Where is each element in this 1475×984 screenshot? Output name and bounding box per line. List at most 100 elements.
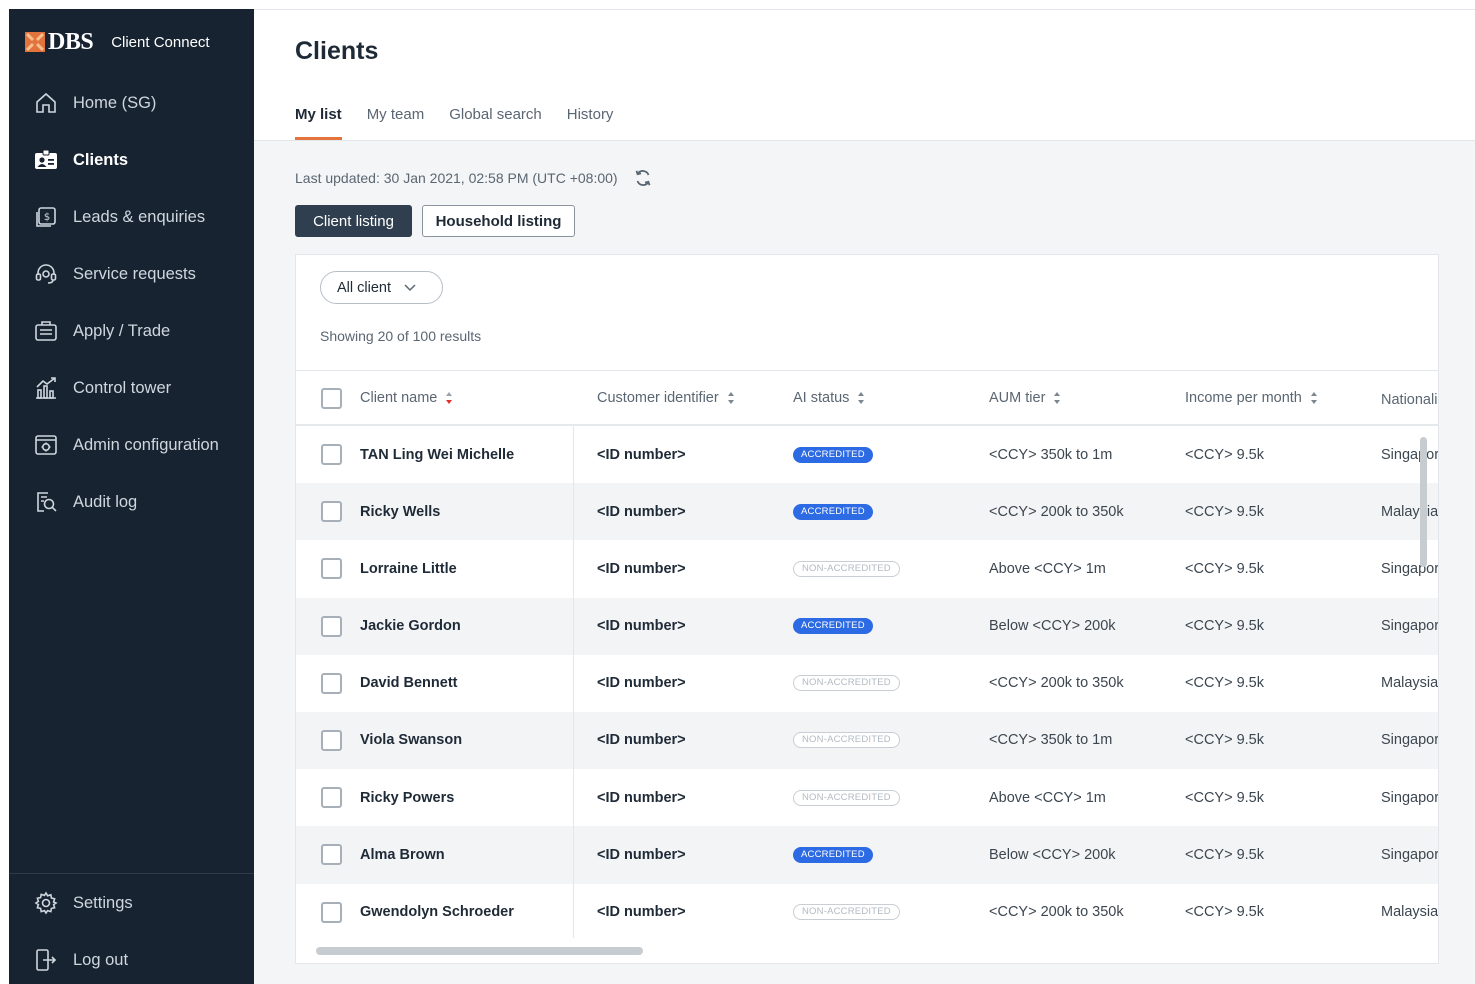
row-checkbox[interactable] bbox=[321, 844, 342, 866]
row-checkbox[interactable] bbox=[321, 729, 342, 751]
sort-icon[interactable] bbox=[1053, 391, 1061, 405]
sidebar-item-apply-trade[interactable]: Apply / Trade bbox=[9, 309, 254, 353]
last-updated-text: Last updated: 30 Jan 2021, 02:58 PM (UTC… bbox=[295, 170, 618, 186]
tab-my-list[interactable]: My list bbox=[295, 106, 342, 140]
nationality: Singapor bbox=[1381, 789, 1439, 806]
client-name[interactable]: Viola Swanson bbox=[360, 712, 462, 769]
client-name[interactable]: Alma Brown bbox=[360, 826, 445, 883]
client-name[interactable]: Lorraine Little bbox=[360, 540, 457, 597]
sidebar-item-audit-log[interactable]: Audit log bbox=[9, 480, 254, 524]
table-row[interactable]: Gwendolyn Schroeder <ID number> NON-ACCRED… bbox=[296, 884, 1438, 941]
vertical-scrollbar[interactable] bbox=[1420, 437, 1427, 567]
sidebar-item-service-requests[interactable]: Service requests bbox=[9, 252, 254, 296]
aum-tier: Above <CCY> 1m bbox=[989, 560, 1106, 577]
row-select-cell bbox=[321, 712, 342, 769]
row-checkbox[interactable] bbox=[321, 672, 342, 694]
client-table-card: All client Showing 20 of 100 results Cli… bbox=[295, 254, 1439, 964]
nationality: Singapor bbox=[1381, 560, 1439, 577]
client-card-icon bbox=[33, 147, 59, 173]
customer-identifier: <ID number> bbox=[597, 618, 686, 635]
row-checkbox[interactable] bbox=[321, 901, 342, 923]
aum-tier: Above <CCY> 1m bbox=[989, 789, 1106, 806]
column-aum-tier[interactable]: AUM tier bbox=[989, 371, 1061, 425]
horizontal-scrollbar[interactable] bbox=[316, 947, 643, 955]
main-content: Clients My list My team Global search Hi… bbox=[254, 9, 1475, 984]
tab-history[interactable]: History bbox=[567, 106, 614, 140]
sidebar-item-admin-configuration[interactable]: Admin configuration bbox=[9, 423, 254, 467]
table-row[interactable]: Jackie Gordon <ID number> ACCREDITED Below … bbox=[296, 597, 1438, 655]
select-all-checkbox[interactable] bbox=[321, 387, 342, 409]
sort-icon[interactable] bbox=[445, 391, 453, 405]
sort-icon[interactable] bbox=[1310, 391, 1318, 405]
column-label: AI status bbox=[793, 390, 850, 406]
income-per-month: <CCY> 9.5k bbox=[1185, 446, 1264, 463]
page-header: Clients My list My team Global search Hi… bbox=[254, 9, 1475, 141]
status-badge: NON-ACCREDITED bbox=[793, 560, 900, 577]
column-income-per-month[interactable]: Income per month bbox=[1185, 371, 1318, 425]
leads-icon: $ bbox=[33, 204, 59, 230]
table-row[interactable]: Lorraine Little <ID number> NON-ACCREDITED… bbox=[296, 540, 1439, 597]
status-badge: ACCREDITED bbox=[793, 846, 873, 863]
column-client-name[interactable]: Client name bbox=[360, 371, 453, 425]
column-customer-identifier[interactable]: Customer identifier bbox=[597, 371, 735, 425]
ai-status-cell: ACCREDITED bbox=[793, 426, 873, 483]
home-icon bbox=[33, 90, 59, 116]
client-name[interactable]: TAN Ling Wei Michelle bbox=[360, 426, 514, 483]
customer-identifier: <ID number> bbox=[597, 446, 686, 463]
aum-tier: <CCY> 200k to 350k bbox=[989, 904, 1124, 920]
ai-status-cell: ACCREDITED bbox=[793, 483, 873, 540]
logout-icon bbox=[33, 947, 59, 973]
client-name[interactable]: Gwendolyn Schroeder bbox=[360, 884, 514, 941]
income-per-month: <CCY> 9.5k bbox=[1185, 904, 1264, 920]
sidebar-item-clients[interactable]: Clients bbox=[9, 138, 254, 182]
table-header: Client name Customer identifier AI statu… bbox=[296, 370, 1438, 427]
table-row[interactable]: Ricky Powers <ID number> NON-ACCREDITED Abo… bbox=[296, 769, 1439, 826]
income-per-month: <CCY> 9.5k bbox=[1185, 732, 1264, 749]
client-name[interactable]: David Bennett bbox=[360, 655, 458, 712]
sidebar-item-label: Service requests bbox=[73, 264, 196, 283]
chart-icon bbox=[33, 375, 59, 401]
nationality: Malaysia bbox=[1381, 675, 1439, 692]
row-select-cell bbox=[321, 426, 342, 483]
headset-icon bbox=[33, 261, 59, 287]
client-filter-dropdown[interactable]: All client bbox=[320, 271, 443, 304]
sidebar-item-logout[interactable]: Log out bbox=[9, 938, 254, 982]
tab-my-team[interactable]: My team bbox=[367, 106, 425, 140]
row-checkbox[interactable] bbox=[321, 615, 342, 637]
tab-global-search[interactable]: Global search bbox=[449, 106, 542, 140]
sidebar-item-leads[interactable]: $ Leads & enquiries bbox=[9, 195, 254, 239]
status-badge: ACCREDITED bbox=[793, 618, 873, 635]
row-checkbox[interactable] bbox=[321, 444, 342, 465]
aum-tier: Below <CCY> 200k bbox=[989, 846, 1116, 863]
customer-identifier: <ID number> bbox=[597, 560, 686, 577]
client-name[interactable]: Jackie Gordon bbox=[360, 598, 461, 655]
aum-tier: <CCY> 200k to 350k bbox=[989, 675, 1124, 692]
column-nationality[interactable]: Nationali bbox=[1381, 373, 1437, 427]
sidebar-item-control-tower[interactable]: Control tower bbox=[9, 366, 254, 410]
client-name[interactable]: Ricky Wells bbox=[360, 483, 440, 540]
refresh-icon[interactable] bbox=[632, 167, 654, 189]
sidebar-item-label: Settings bbox=[73, 893, 133, 912]
sidebar-item-home[interactable]: Home (SG) bbox=[9, 81, 254, 125]
household-listing-button[interactable]: Household listing bbox=[422, 205, 575, 237]
sidebar-item-label: Admin configuration bbox=[73, 435, 219, 454]
table-row[interactable]: David Bennett <ID number> NON-ACCREDITED <C… bbox=[296, 655, 1439, 712]
row-checkbox[interactable] bbox=[321, 787, 342, 809]
row-checkbox[interactable] bbox=[321, 501, 342, 523]
client-listing-button[interactable]: Client listing bbox=[295, 205, 412, 237]
aum-tier: <CCY> 200k to 350k bbox=[989, 503, 1124, 520]
column-ai-status[interactable]: AI status bbox=[793, 371, 865, 425]
table-row[interactable]: TAN Ling Wei Michelle <ID number> ACCREDIT… bbox=[296, 426, 1438, 483]
sidebar-item-settings[interactable]: Settings bbox=[9, 881, 254, 925]
table-row[interactable]: Alma Brown <ID number> ACCREDITED Below <CC… bbox=[296, 826, 1438, 884]
row-checkbox[interactable] bbox=[321, 558, 342, 580]
client-name[interactable]: Ricky Powers bbox=[360, 769, 454, 826]
brand[interactable]: DBS Client Connect bbox=[25, 29, 210, 55]
sidebar-item-label: Audit log bbox=[73, 492, 138, 511]
table-row[interactable]: Viola Swanson <ID number> NON-ACCREDITED <C… bbox=[296, 711, 1438, 770]
results-count: Showing 20 of 100 results bbox=[320, 328, 482, 344]
table-row[interactable]: Ricky Wells <ID number> ACCREDITED <CCY> 20… bbox=[296, 483, 1438, 541]
tab-bar: My list My team Global search History bbox=[295, 106, 638, 140]
sort-icon[interactable] bbox=[857, 391, 865, 405]
sort-icon[interactable] bbox=[727, 391, 735, 405]
